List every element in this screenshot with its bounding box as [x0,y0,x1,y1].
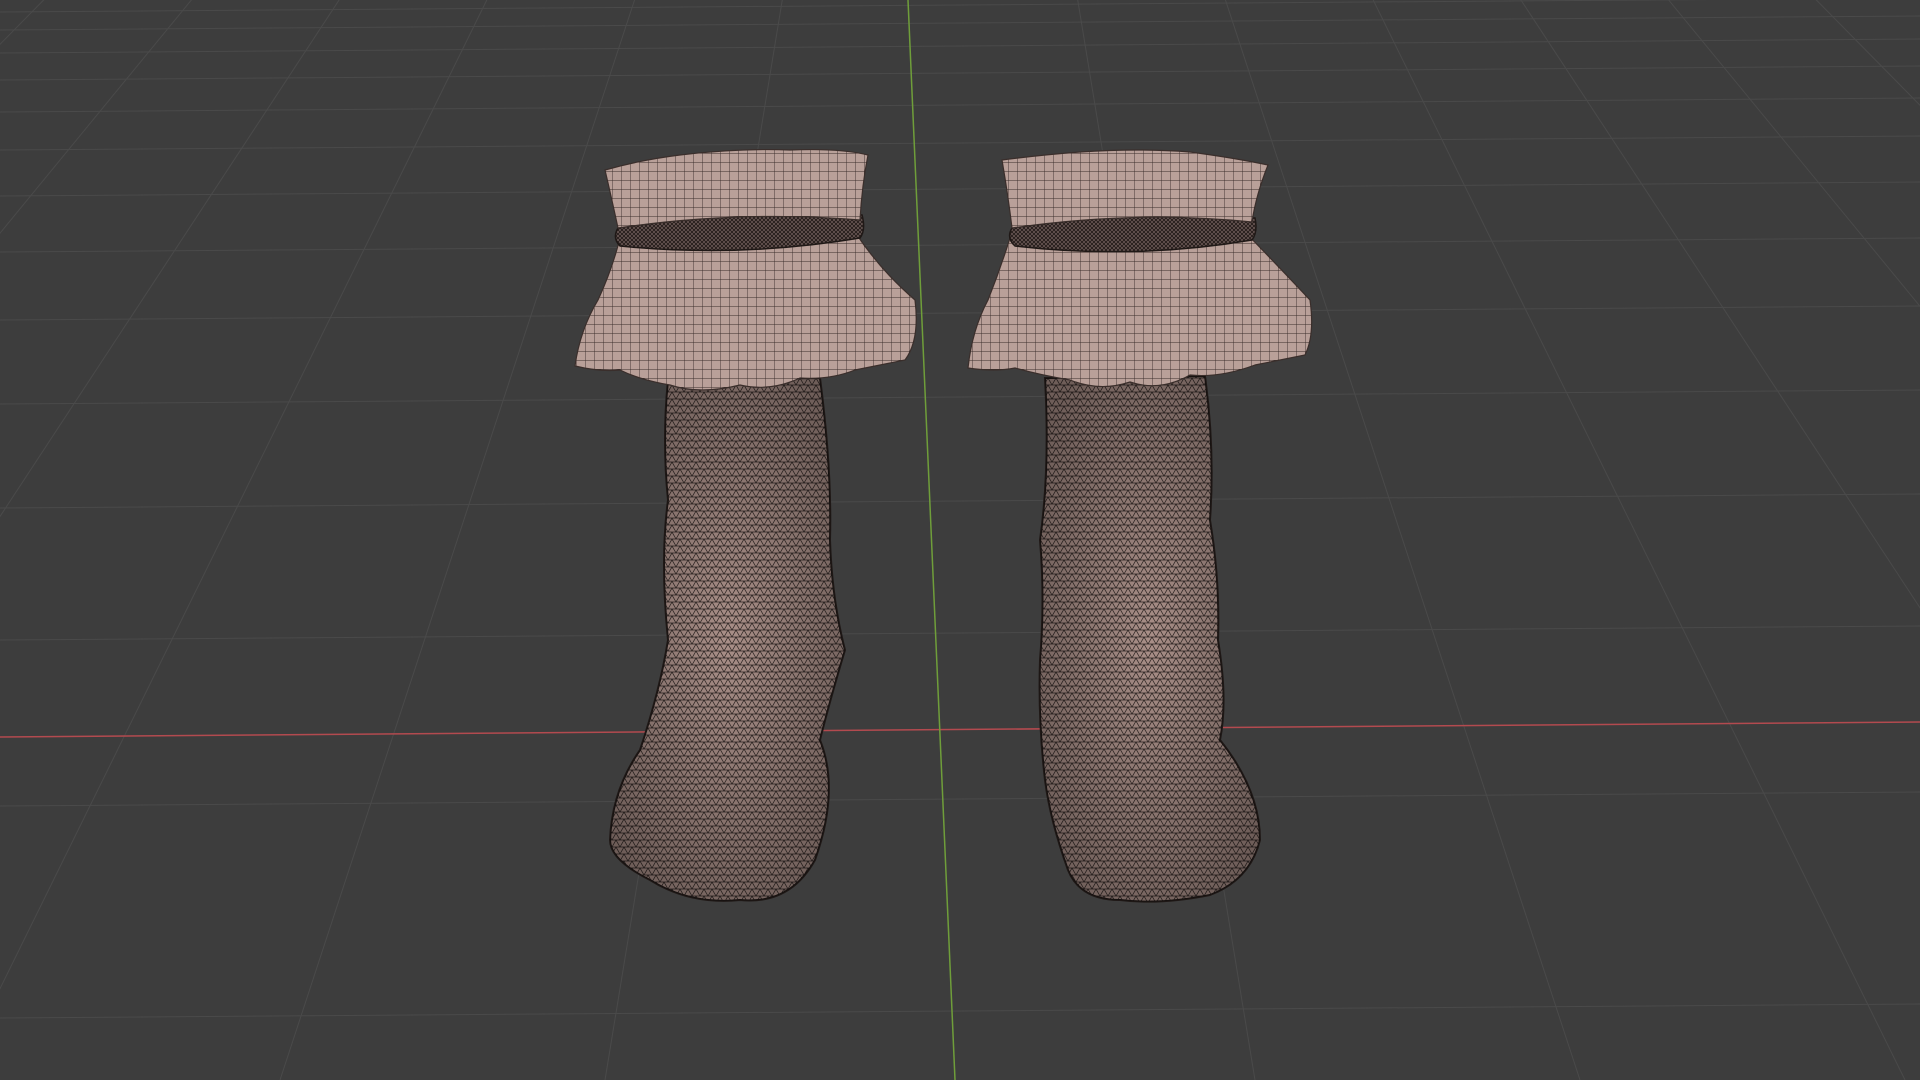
3d-viewport[interactable] [0,0,1920,1080]
x-axis-line [0,721,1920,738]
left-sock-mesh[interactable] [574,148,917,902]
grid-line [0,0,1715,13]
left-sock-ruffle-upper [604,148,869,229]
grid-line [0,305,1920,321]
grid-line [0,135,1920,151]
grid-line [0,38,1920,54]
grid-line [0,181,1920,197]
right-sock-ruffle-upper [1001,149,1269,229]
grid-line [0,97,1920,113]
grid-line [0,493,1920,509]
floor-grid [0,0,1920,1080]
grid-line [0,237,1920,253]
grid-line [0,625,1920,641]
right-sock-mesh[interactable] [967,149,1313,903]
grid-line [0,791,1920,807]
left-sock-ruffle-lower [574,231,917,391]
grid-line [0,15,1920,31]
grid-line [0,1003,1920,1019]
y-axis-line [907,0,956,1080]
viewport-canvas[interactable] [0,0,1920,1080]
right-sock-ruffle-lower [967,231,1313,388]
grid-line [0,389,1920,405]
